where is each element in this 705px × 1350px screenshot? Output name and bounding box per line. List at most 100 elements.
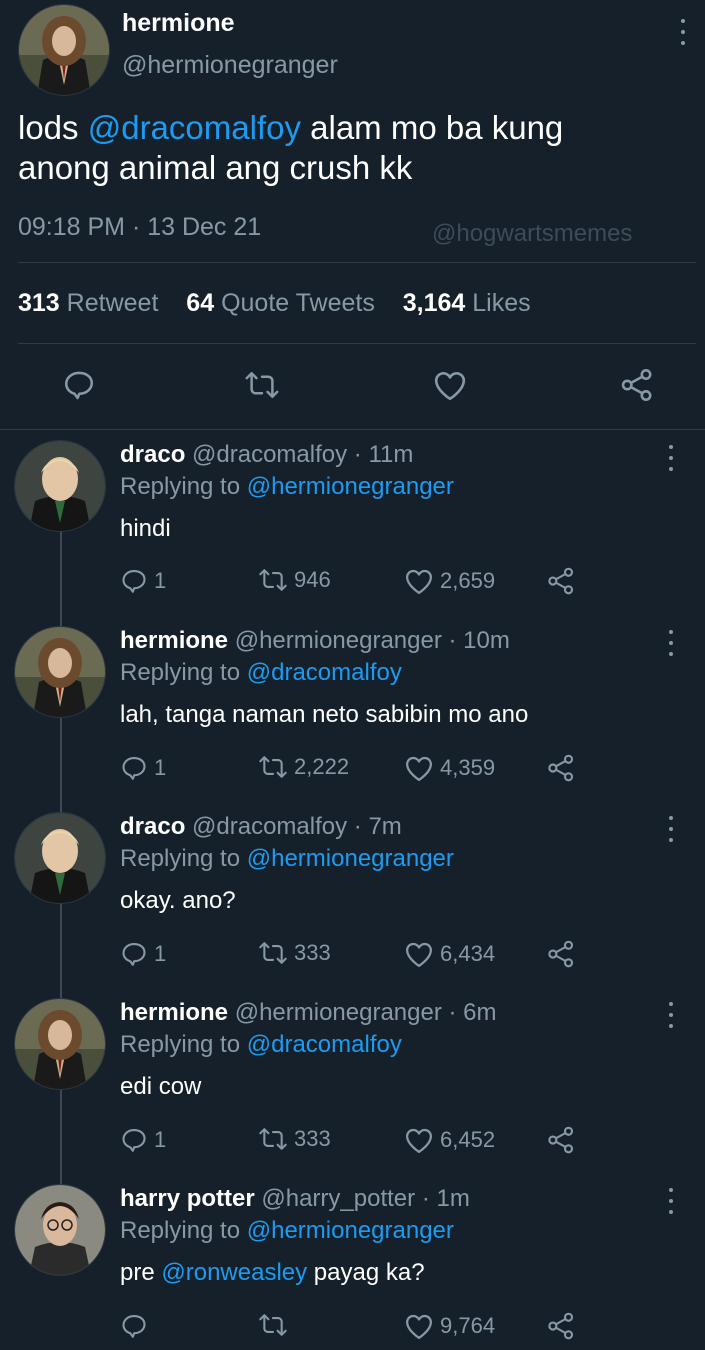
main-text-prefix: lods [18,109,88,146]
reply-button[interactable]: 1 [120,567,166,595]
retweet-button[interactable]: 2,222 [258,754,349,780]
replying-to-line: Replying to @hermionegranger [120,1217,454,1244]
reply-time[interactable]: · 1m [422,1185,470,1212]
reply-icon [64,371,94,400]
likes-count[interactable]: 3,164 Likes [403,289,531,317]
reply-text-mention[interactable]: @ronweasley [161,1259,307,1286]
reply-handle[interactable]: @hermionegranger [235,999,442,1026]
main-mention-link[interactable]: @dracomalfoy [88,109,301,146]
main-share-button[interactable] [619,367,655,408]
replying-to-mention[interactable]: @dracomalfoy [247,1031,402,1058]
reply-more-options-icon[interactable] [666,1188,676,1214]
reply-header: draco @dracomalfoy · 7m [120,813,402,841]
like-count: 6,434 [440,941,496,966]
reply-more-options-icon[interactable] [666,630,676,656]
reply-more-options-icon[interactable] [666,816,676,842]
replying-to-line: Replying to @dracomalfoy [120,1031,402,1058]
reply-button[interactable]: 1 [120,1126,166,1154]
retweet-button[interactable]: 333 [258,940,331,966]
like-count: 6,452 [440,1127,496,1152]
reply-button[interactable] [120,1312,148,1340]
like-button[interactable]: 4,359 [404,754,495,782]
avatar-hermione[interactable] [14,998,106,1090]
main-tweet-text: lods @dracomalfoy alam mo ba kung anong … [18,108,563,188]
like-count: 2,659 [440,568,496,593]
reply-text: hindi [120,515,171,542]
share-button[interactable] [546,1311,576,1341]
share-button[interactable] [546,1125,576,1155]
reply-handle[interactable]: @hermionegranger [235,627,442,654]
main-more-options-icon[interactable] [678,19,688,45]
reply-text: edi cow [120,1073,202,1100]
retweet-icon [259,1128,287,1150]
reply-author-name[interactable]: draco [120,813,185,840]
replying-to-mention[interactable]: @hermionegranger [247,473,454,500]
retweet-icon [259,569,287,591]
reply-time[interactable]: · 7m [354,813,402,840]
reply-more-options-icon[interactable] [666,445,676,471]
reply-time[interactable]: · 6m [449,999,497,1026]
avatar-harry[interactable] [14,1184,106,1276]
replying-to-mention[interactable]: @hermionegranger [247,1217,454,1244]
reply-icon [122,757,146,780]
retweet-count: 333 [294,940,331,965]
watermark: @hogwartsmemes [432,220,633,247]
reply-handle[interactable]: @dracomalfoy [192,441,347,468]
avatar-draco[interactable] [14,812,106,904]
like-icon [405,756,433,781]
like-button[interactable]: 6,434 [404,940,495,968]
main-timestamp[interactable]: 09:18 PM · 13 Dec 21 [18,213,261,242]
reply-author-name[interactable]: hermione [120,999,228,1026]
avatar-hermione[interactable] [14,626,106,718]
like-button[interactable]: 9,764 [404,1312,495,1340]
reply-button[interactable]: 1 [120,940,166,968]
quote-count[interactable]: 64 Quote Tweets [186,289,375,317]
main-handle[interactable]: @hermionegranger [122,51,338,80]
reply-author-name[interactable]: hermione [120,627,228,654]
retweet-count: 2,222 [294,754,350,779]
reply-time[interactable]: · 10m [449,627,510,654]
share-icon [548,1312,574,1340]
reply-header: harry potter @harry_potter · 1m [120,1185,470,1213]
reply-header: hermione @hermionegranger · 6m [120,999,497,1027]
reply-text-prefix: pre [120,1259,162,1286]
share-icon [548,567,574,595]
replying-to-mention[interactable]: @dracomalfoy [247,659,402,686]
divider [18,343,696,344]
reply-time[interactable]: · 11m [354,441,414,468]
share-button[interactable] [546,939,576,969]
reply-handle[interactable]: @dracomalfoy [192,813,347,840]
reply-count: 1 [154,1127,167,1152]
like-icon [405,1128,433,1153]
main-display-name[interactable]: hermione [122,9,235,38]
divider [0,429,705,430]
retweet-button[interactable]: 333 [258,1126,331,1152]
reply-author-name[interactable]: draco [120,441,185,468]
like-button[interactable]: 6,452 [404,1126,495,1154]
like-icon [405,942,433,967]
retweet-icon [259,1314,287,1336]
share-button[interactable] [546,566,576,596]
main-text-line2: anong animal ang crush kk [18,149,413,186]
avatar-draco[interactable] [14,440,106,532]
retweet-count: 333 [294,1126,331,1151]
avatar-hermione[interactable] [18,4,110,96]
like-button[interactable]: 2,659 [404,567,495,595]
replying-to-mention[interactable]: @hermionegranger [247,845,454,872]
reply-more-options-icon[interactable] [666,1002,676,1028]
reply-icon [122,1315,146,1338]
reply-author-name[interactable]: harry potter [120,1185,255,1212]
reply-handle[interactable]: @harry_potter [261,1185,415,1212]
reply-button[interactable]: 1 [120,754,166,782]
divider [18,262,696,263]
share-icon [548,754,574,782]
retweet-icon [259,942,287,964]
main-like-button[interactable] [432,369,468,406]
retweet-button[interactable]: 946 [258,567,331,593]
share-button[interactable] [546,753,576,783]
retweet-count[interactable]: 313 Retweet [18,289,158,317]
main-reply-button[interactable] [62,368,96,407]
retweet-button[interactable] [258,1312,288,1338]
main-retweet-button[interactable] [244,369,280,406]
reply-icon [122,570,146,593]
